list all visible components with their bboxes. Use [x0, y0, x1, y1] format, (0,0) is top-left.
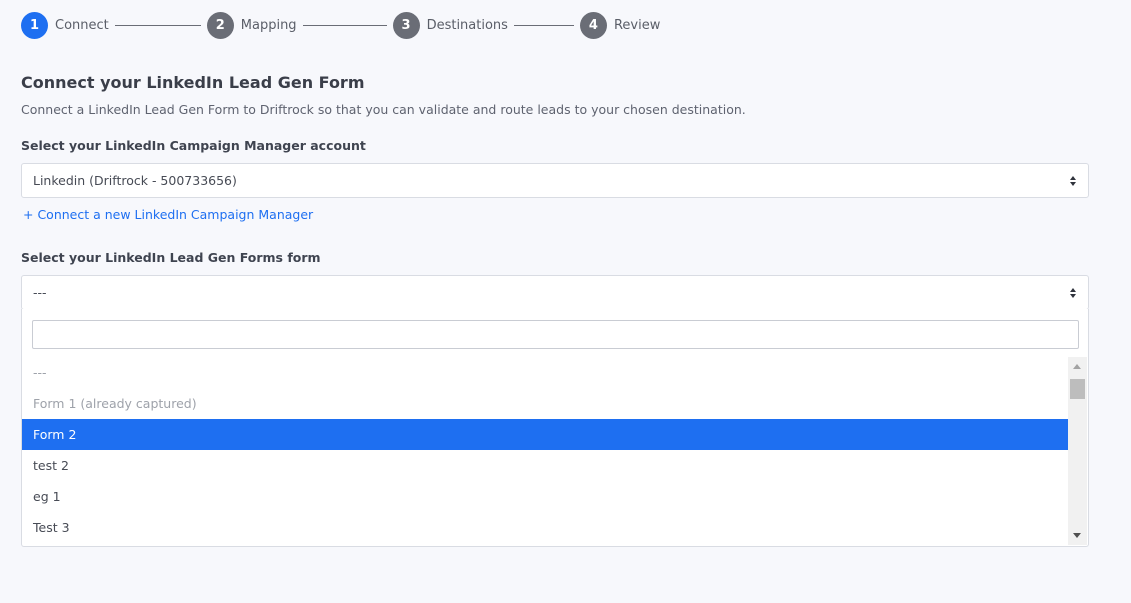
step-connector [302, 24, 387, 26]
form-dropdown: --- Form 1 (already captured) Form 2 tes… [21, 309, 1089, 547]
step-label: Destinations [426, 17, 508, 33]
dropdown-scrollbar[interactable] [1068, 357, 1087, 545]
step-number: 4 [579, 11, 607, 39]
step-number: 2 [206, 11, 234, 39]
page-title: Connect your LinkedIn Lead Gen Form [21, 73, 365, 92]
dropdown-option[interactable]: test 2 [22, 450, 1068, 481]
dropdown-search-input[interactable] [32, 320, 1079, 349]
step-label: Connect [55, 17, 109, 33]
sort-arrows-icon [1070, 175, 1076, 186]
form-field-label: Select your LinkedIn Lead Gen Forms form [21, 250, 321, 265]
account-field-label: Select your LinkedIn Campaign Manager ac… [21, 138, 366, 153]
connect-campaign-manager-link[interactable]: + Connect a new LinkedIn Campaign Manage… [23, 207, 313, 222]
step-connector [513, 24, 574, 26]
scroll-down-icon[interactable] [1073, 533, 1081, 538]
step-number: 1 [21, 11, 48, 39]
form-select-value: --- [33, 285, 47, 300]
dropdown-option[interactable]: Test 3 [22, 512, 1068, 543]
sort-arrows-icon [1070, 287, 1076, 298]
page-description: Connect a LinkedIn Lead Gen Form to Drif… [21, 102, 746, 117]
dropdown-options: --- Form 1 (already captured) Form 2 tes… [22, 357, 1068, 543]
progress-stepper: 1 Connect 2 Mapping 3 Destinations 4 Rev… [21, 11, 660, 39]
form-select[interactable]: --- [21, 275, 1089, 310]
dropdown-option[interactable]: Form 1 (already captured) [22, 388, 1068, 419]
step-review[interactable]: 4 Review [579, 11, 661, 39]
scrollbar-thumb[interactable] [1070, 379, 1085, 399]
step-connect[interactable]: 1 Connect [21, 11, 109, 39]
step-label: Mapping [240, 17, 297, 33]
dropdown-option[interactable]: --- [22, 357, 1068, 388]
account-select-value: Linkedin (Driftrock - 500733656) [33, 173, 237, 188]
step-number: 3 [392, 11, 420, 39]
scroll-up-icon[interactable] [1073, 364, 1081, 369]
step-destinations[interactable]: 3 Destinations [392, 11, 508, 39]
dropdown-option-selected[interactable]: Form 2 [22, 419, 1068, 450]
step-connector [114, 24, 201, 26]
step-label: Review [613, 17, 661, 33]
step-mapping[interactable]: 2 Mapping [206, 11, 297, 39]
account-select[interactable]: Linkedin (Driftrock - 500733656) [21, 163, 1089, 198]
dropdown-option[interactable]: eg 1 [22, 481, 1068, 512]
